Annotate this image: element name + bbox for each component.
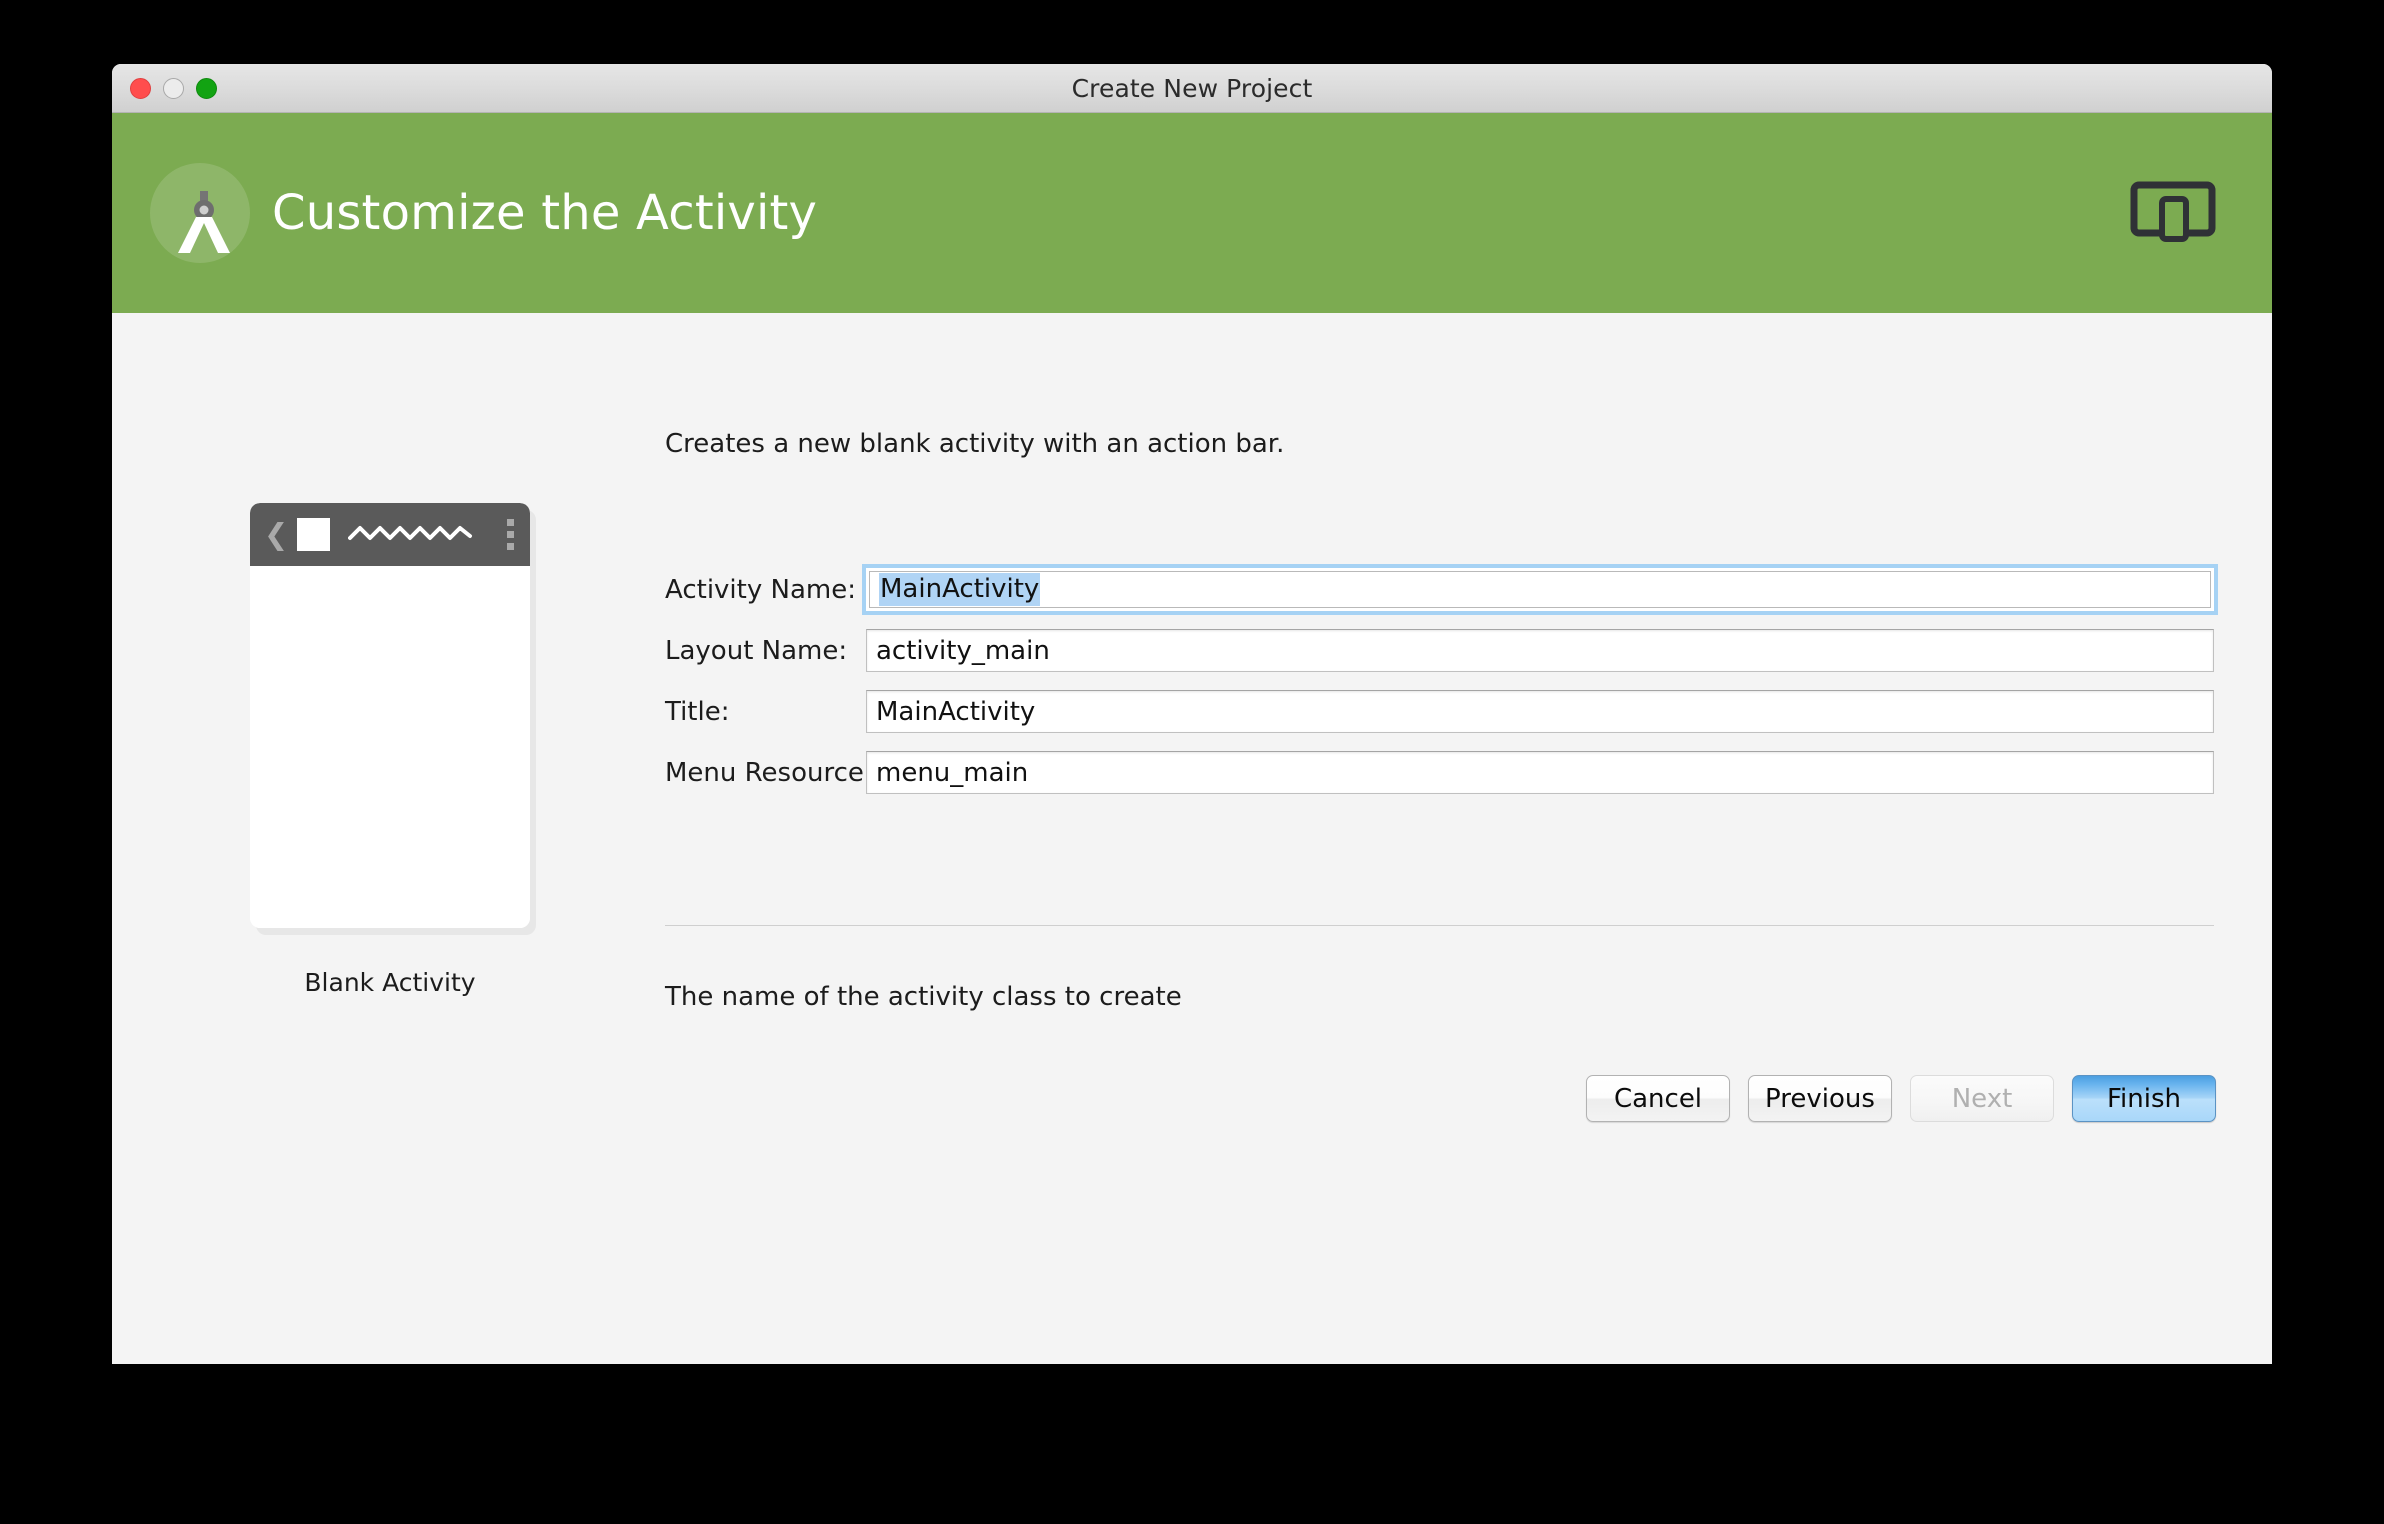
preview-body [250, 566, 530, 928]
preview-action-bar: ❮ [250, 503, 530, 566]
window-titlebar[interactable]: Create New Project [112, 64, 2272, 113]
zigzag-placeholder-icon [348, 522, 507, 548]
field-row-menu-resource-name: Menu Resource Name: menu_main [665, 751, 2214, 794]
title-input[interactable]: MainActivity [866, 690, 2214, 733]
create-new-project-window: Create New Project Customize the Activit… [112, 64, 2272, 1364]
activity-preview-card: ❮ [250, 503, 530, 928]
previous-button[interactable]: Previous [1748, 1075, 1892, 1122]
title-value: MainActivity [876, 696, 1036, 727]
finish-button[interactable]: Finish [2072, 1075, 2216, 1122]
field-row-activity-name: Activity Name: MainActivity [665, 564, 2218, 615]
form-fields: Activity Name: MainActivity Layout Name:… [665, 564, 2218, 812]
zoom-window-icon[interactable] [196, 77, 217, 99]
next-button: Next [1910, 1075, 2054, 1122]
preview-caption: Blank Activity [304, 968, 476, 997]
back-chevron-icon: ❮ [264, 517, 289, 551]
android-studio-logo-icon [150, 163, 250, 263]
wizard-banner: Customize the Activity [112, 113, 2272, 313]
wizard-button-bar: Cancel Previous Next Finish [1586, 1075, 2216, 1122]
field-row-layout-name: Layout Name: activity_main [665, 629, 2214, 672]
layout-name-label: Layout Name: [665, 635, 848, 666]
field-hint-text: The name of the activity class to create [665, 982, 1182, 1012]
menu-resource-name-input[interactable]: menu_main [866, 751, 2214, 794]
wizard-content: ❮ Blank Activity Creates a new blank act… [112, 313, 2272, 1364]
layout-name-input[interactable]: activity_main [866, 629, 2214, 672]
template-description: Creates a new blank activity with an act… [665, 429, 1285, 459]
window-title: Create New Project [1071, 73, 1313, 103]
menu-resource-name-value: menu_main [876, 757, 1029, 788]
overflow-menu-icon [507, 519, 514, 550]
activity-name-value: MainActivity [879, 573, 1041, 606]
activity-name-label: Activity Name: [665, 574, 856, 605]
activity-preview: ❮ Blank Activity [250, 503, 550, 997]
close-window-icon[interactable] [130, 77, 151, 99]
page-title: Customize the Activity [272, 185, 818, 241]
traffic-light-controls [130, 64, 217, 112]
field-row-title: Title: MainActivity [665, 690, 2214, 733]
tablet-and-phone-icon [2130, 179, 2216, 247]
cancel-button[interactable]: Cancel [1586, 1075, 1730, 1122]
activity-name-input[interactable]: MainActivity [862, 564, 2218, 615]
minimize-window-icon[interactable] [163, 77, 184, 99]
title-label: Title: [665, 696, 730, 727]
app-square-icon [297, 518, 331, 551]
section-divider [665, 925, 2214, 926]
layout-name-value: activity_main [876, 635, 1050, 666]
